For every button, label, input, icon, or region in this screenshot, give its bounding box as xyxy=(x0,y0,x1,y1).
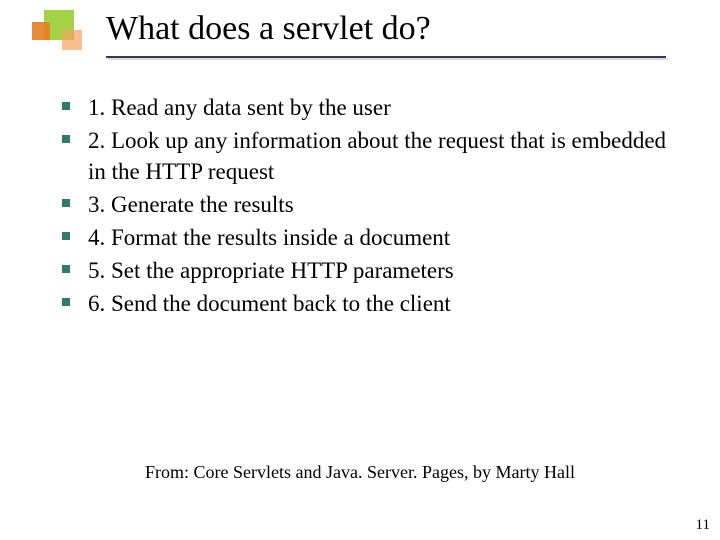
square-bullet-icon xyxy=(62,265,70,273)
bullet-text: 4. Format the results inside a document xyxy=(88,225,450,250)
title-decor xyxy=(32,8,92,64)
bullet-text: 3. Generate the results xyxy=(88,192,294,217)
bullet-list: 1. Read any data sent by the user 2. Loo… xyxy=(60,92,672,319)
bullet-text: 6. Send the document back to the client xyxy=(88,291,451,316)
decor-square-peach xyxy=(62,30,82,50)
title-underline-shadow xyxy=(108,58,668,60)
list-item: 2. Look up any information about the req… xyxy=(60,125,672,187)
list-item: 4. Format the results inside a document xyxy=(60,222,672,253)
list-item: 3. Generate the results xyxy=(60,189,672,220)
bullet-text: 5. Set the appropriate HTTP parameters xyxy=(88,258,454,283)
content-area: 1. Read any data sent by the user 2. Loo… xyxy=(60,92,672,321)
square-bullet-icon xyxy=(62,298,70,306)
square-bullet-icon xyxy=(62,232,70,240)
citation: From: Core Servlets and Java. Server. Pa… xyxy=(0,462,720,483)
decor-square-orange xyxy=(32,22,50,40)
square-bullet-icon xyxy=(62,102,70,110)
bullet-text: 2. Look up any information about the req… xyxy=(88,128,666,184)
list-item: 5. Set the appropriate HTTP parameters xyxy=(60,255,672,286)
square-bullet-icon xyxy=(62,199,70,207)
slide-title: What does a servlet do? xyxy=(106,8,692,48)
list-item: 1. Read any data sent by the user xyxy=(60,92,672,123)
square-bullet-icon xyxy=(62,135,70,143)
page-number: 11 xyxy=(696,517,710,534)
bullet-text: 1. Read any data sent by the user xyxy=(88,95,391,120)
list-item: 6. Send the document back to the client xyxy=(60,288,672,319)
title-block: What does a servlet do? xyxy=(32,8,692,48)
